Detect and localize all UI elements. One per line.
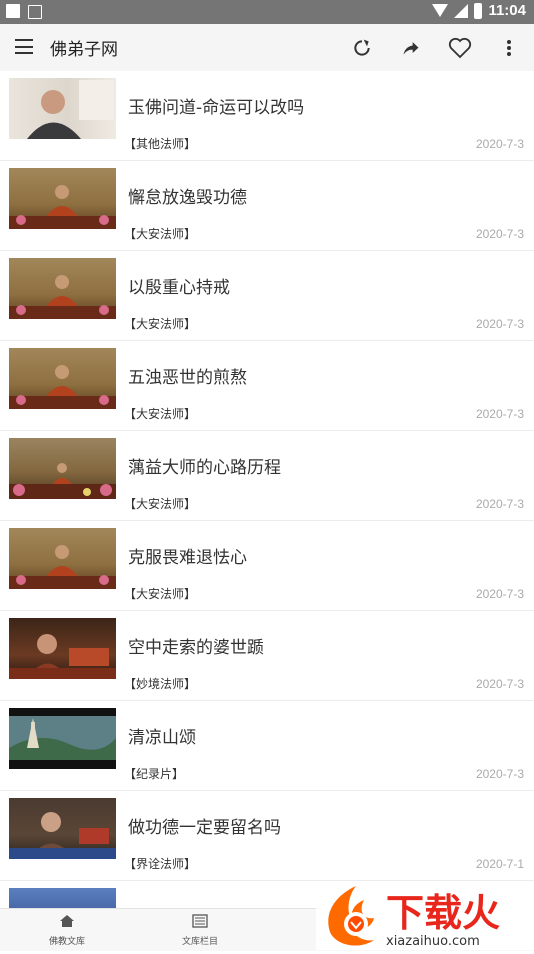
nav-label-categories: 文库栏目 [181, 937, 218, 947]
article-title: 以殷重心持戒 [128, 278, 230, 298]
article-category: 【大安法师】 [124, 407, 197, 421]
nav-label-library: 佛教文库 [48, 937, 85, 947]
notification-icon [6, 4, 20, 18]
list-item[interactable]: 空中走索的婆世踬 【妙境法师】 2020-7-3 [0, 611, 534, 701]
article-title: 做功德一定要留名吗 [128, 818, 281, 838]
list-item[interactable]: 清凉山颂 【纪录片】 2020-7-3 [0, 701, 534, 791]
thumbnail-image [9, 348, 116, 409]
list-item[interactable]: 懈怠放逸毁功德 【大安法师】 2020-7-3 [0, 161, 534, 251]
thumbnail-image [9, 78, 116, 139]
status-bar: 11:04 [0, 0, 534, 24]
article-category: 【妙境法师】 [124, 677, 197, 691]
article-date: 2020-7-3 [475, 317, 524, 331]
article-category: 【纪录片】 [124, 767, 185, 781]
list-item[interactable]: 克服畏难退怯心 【大安法师】 2020-7-3 [0, 521, 534, 611]
article-category: 【大安法师】 [124, 317, 197, 331]
watermark-logo: 下载火 xiazaihuo.com [316, 882, 534, 950]
article-category: 【大安法师】 [124, 587, 197, 601]
list-item[interactable]: 五浊恶世的煎熬 【大安法师】 2020-7-3 [0, 341, 534, 431]
article-title: 五浊恶世的煎熬 [128, 368, 247, 388]
watermark-url: xiazaihuo.com [386, 934, 480, 949]
article-title: 玉佛问道-命运可以改吗 [128, 98, 305, 118]
article-date: 2020-7-3 [475, 227, 524, 241]
menu-icon[interactable] [15, 39, 33, 54]
article-date: 2020-7-3 [475, 137, 524, 151]
favorite-icon[interactable] [446, 34, 474, 62]
thumbnail-image [9, 258, 116, 319]
list-item[interactable]: 蕅益大师的心路历程 【大安法师】 2020-7-3 [0, 431, 534, 521]
article-title: 清凉山颂 [128, 728, 196, 748]
watermark-brand: 下载火 [386, 891, 500, 935]
thumbnail-image [9, 528, 116, 589]
app-notification-icon [28, 5, 42, 19]
page-title: 佛弟子网 [50, 40, 118, 60]
thumbnail-image [9, 618, 116, 679]
article-category: 【界诠法师】 [124, 857, 197, 871]
article-date: 2020-7-3 [475, 407, 524, 421]
list-item[interactable]: 做功德一定要留名吗 【界诠法师】 2020-7-1 [0, 791, 534, 881]
nav-item-categories[interactable]: 文库栏目 [170, 913, 230, 947]
article-date: 2020-7-3 [475, 677, 524, 691]
more-options-icon[interactable] [495, 34, 523, 62]
article-category: 【其他法师】 [124, 137, 197, 151]
article-date: 2020-7-3 [475, 767, 524, 781]
status-time: 11:04 [488, 2, 526, 19]
thumbnail-image [9, 798, 116, 859]
article-category: 【大安法师】 [124, 227, 197, 241]
article-date: 2020-7-1 [475, 857, 524, 871]
thumbnail-image [9, 438, 116, 499]
thumbnail-image [9, 708, 116, 769]
battery-icon [474, 2, 483, 19]
home-icon [60, 915, 74, 927]
article-category: 【大安法师】 [124, 497, 197, 511]
app-bar: 佛弟子网 [0, 24, 534, 71]
article-date: 2020-7-3 [475, 587, 524, 601]
article-title: 蕅益大师的心路历程 [128, 458, 281, 478]
nav-item-library[interactable]: 佛教文库 [37, 913, 97, 947]
list-icon [192, 914, 208, 928]
list-item[interactable]: 以殷重心持戒 【大安法师】 2020-7-3 [0, 251, 534, 341]
wifi-icon [432, 4, 449, 17]
signal-icon [454, 3, 469, 18]
article-list: 玉佛问道-命运可以改吗 【其他法师】 2020-7-3 懈怠放逸毁功德 【大安法… [0, 71, 534, 911]
article-date: 2020-7-3 [475, 497, 524, 511]
article-title: 克服畏难退怯心 [128, 548, 247, 568]
article-title: 空中走索的婆世踬 [128, 638, 264, 658]
share-icon[interactable] [397, 34, 425, 62]
article-title: 懈怠放逸毁功德 [128, 188, 247, 208]
list-item[interactable]: 玉佛问道-命运可以改吗 【其他法师】 2020-7-3 [0, 71, 534, 161]
thumbnail-image [9, 888, 116, 908]
thumbnail-image [9, 168, 116, 229]
refresh-icon[interactable] [348, 34, 376, 62]
